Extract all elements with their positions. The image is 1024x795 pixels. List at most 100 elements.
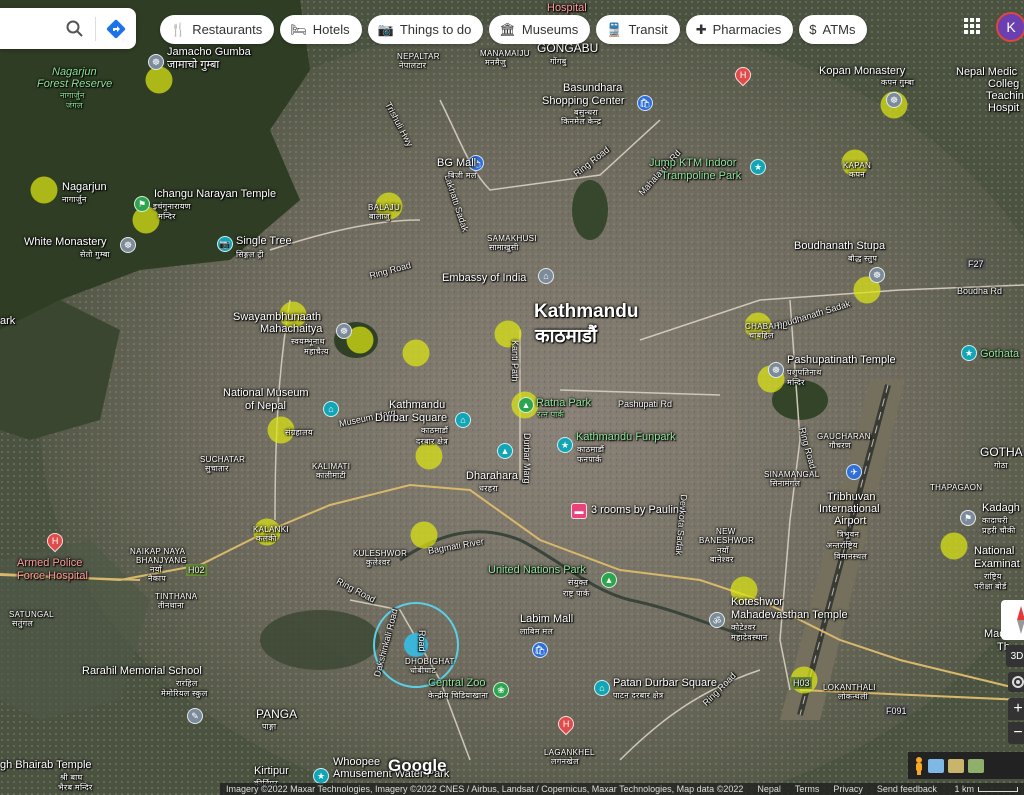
pegman-icon[interactable] <box>914 756 924 775</box>
place-label[interactable]: Airport <box>834 515 866 527</box>
place-label[interactable]: 3 rooms by Pauline <box>591 504 685 516</box>
chip-hotels[interactable]: 🛏 Hotels <box>280 15 362 44</box>
place-label[interactable]: Whoopee <box>333 756 380 768</box>
place-label[interactable]: Central Zoo <box>428 677 485 689</box>
apps-grid-icon[interactable] <box>962 16 982 36</box>
chip-atms[interactable]: $ ATMs <box>799 15 868 44</box>
place-label[interactable]: Kathmandu Funpark <box>576 431 676 443</box>
place-label[interactable]: Hospit <box>988 102 1019 114</box>
chip-things-to-do[interactable]: 📷 Things to do <box>367 15 484 44</box>
school-pin-icon[interactable]: ✎ <box>187 708 203 724</box>
place-label[interactable]: Basundhara <box>563 82 622 94</box>
tilt-3d-button[interactable]: 3D <box>1006 645 1024 667</box>
layer-thumbnail[interactable] <box>928 758 944 773</box>
place-label[interactable]: Teachin <box>986 90 1024 102</box>
city-label[interactable]: Kathmandu <box>534 302 639 322</box>
attraction-pin-icon[interactable]: 📷 <box>217 236 233 252</box>
police-pin-icon[interactable]: ⚑ <box>960 510 976 526</box>
airport-pin-icon[interactable]: ✈ <box>846 464 862 480</box>
place-label[interactable]: Rarahil Memorial School <box>82 665 202 677</box>
search-box[interactable] <box>0 8 136 49</box>
place-label[interactable]: Jump KTM Indoor <box>649 157 736 169</box>
stupa-pin-icon[interactable]: ☸ <box>869 267 885 283</box>
place-label[interactable]: Durbar Square <box>375 412 447 424</box>
place-label[interactable]: White Monastery <box>24 236 107 248</box>
account-avatar[interactable]: K <box>996 12 1024 42</box>
attraction-pin-icon[interactable]: ⌂ <box>594 680 610 696</box>
place-label[interactable]: Kopan Monastery <box>819 65 905 77</box>
place-label[interactable]: Ratna Park <box>536 397 591 409</box>
chip-restaurants[interactable]: 🍴 Restaurants <box>160 15 275 44</box>
place-label[interactable]: Mahadevasthan Temple <box>731 609 848 621</box>
scale-bar[interactable]: 1 km <box>954 784 1018 794</box>
place-label[interactable]: United Nations Park <box>488 564 586 576</box>
place-label[interactable]: Patan Durbar Square <box>613 677 717 689</box>
temple-pin-icon[interactable]: ☸ <box>336 323 352 339</box>
place-label[interactable]: Hospital <box>547 2 587 14</box>
attraction-pin-icon[interactable]: ★ <box>961 345 977 361</box>
place-label[interactable]: of Nepal <box>245 400 286 412</box>
place-label[interactable]: Nepal Medic <box>956 66 1017 78</box>
chip-museums[interactable]: 🏛 Museums <box>489 15 591 44</box>
temple-pin-icon[interactable]: ⚑ <box>134 196 150 212</box>
place-label[interactable]: gh Bhairab Temple <box>0 759 92 771</box>
layer-thumbnail[interactable] <box>948 758 964 773</box>
place-label[interactable]: Trampoline Park <box>661 170 741 182</box>
place-label[interactable]: ark <box>0 315 15 327</box>
place-label[interactable]: Kadagh <box>982 502 1020 514</box>
chip-transit[interactable]: 🚆 Transit <box>596 15 680 44</box>
place-label[interactable]: Mahachaitya <box>260 323 322 335</box>
directions-icon[interactable] <box>96 9 136 49</box>
attraction-pin-icon[interactable]: ★ <box>557 437 573 453</box>
place-label[interactable]: Swayambhunaath <box>233 311 321 323</box>
satellite-map[interactable]: H H H ☸ ☸ ☸ ☸ ☸ ☸ ⚑ ✎ ⌂ ॐ ⚑ 📷 ★ ⌂ ⌂ ★ ▲ … <box>0 0 1024 795</box>
museum-pin-icon[interactable]: ⌂ <box>323 401 339 417</box>
place-label[interactable]: जामाचो गुम्बा <box>167 59 219 71</box>
place-label[interactable]: Gothata <box>980 348 1019 360</box>
place-label[interactable]: International <box>819 503 880 515</box>
my-location-icon[interactable] <box>1008 672 1024 692</box>
embassy-pin-icon[interactable]: ⌂ <box>538 268 554 284</box>
attraction-pin-icon[interactable]: ★ <box>750 159 766 175</box>
layer-thumbnail[interactable] <box>968 758 984 773</box>
landmark-pin-icon[interactable]: ▲ <box>497 443 513 459</box>
place-label[interactable]: Colleg <box>988 78 1019 90</box>
place-label[interactable]: National <box>974 545 1014 557</box>
place-label[interactable]: Embassy of India <box>442 272 526 284</box>
place-label[interactable]: Ichangu Narayan Temple <box>154 188 276 200</box>
attraction-pin-icon[interactable]: ⌂ <box>455 412 471 428</box>
zoom-in-button[interactable]: + <box>1008 698 1024 720</box>
place-label[interactable]: Jamacho Gumba <box>167 46 251 58</box>
place-label[interactable]: Tribhuvan <box>827 491 876 503</box>
footer-link[interactable]: Privacy <box>833 784 863 794</box>
compass-icon[interactable] <box>1001 600 1024 640</box>
footer-link[interactable]: Terms <box>795 784 820 794</box>
monastery-pin-icon[interactable]: ☸ <box>886 92 902 108</box>
highlight-dot[interactable] <box>402 339 430 367</box>
shopping-pin-icon[interactable]: 🛍 <box>532 642 548 658</box>
temple-pin-icon[interactable]: ☸ <box>768 362 784 378</box>
place-label[interactable]: Examinat <box>974 558 1020 570</box>
place-label[interactable]: Pashupatinath Temple <box>787 354 896 366</box>
monastery-pin-icon[interactable]: ☸ <box>148 54 164 70</box>
footer-link[interactable]: Nepal <box>757 784 781 794</box>
search-icon[interactable] <box>55 9 95 49</box>
shopping-pin-icon[interactable]: 🛍 <box>637 95 653 111</box>
park-label[interactable]: Forest Reserve <box>37 78 112 90</box>
chip-pharmacies[interactable]: ✚ Pharmacies <box>685 15 794 44</box>
place-label[interactable]: Single Tree <box>236 235 292 247</box>
place-label[interactable]: Kirtipur <box>254 765 289 777</box>
temple-pin-icon[interactable]: ॐ <box>709 612 725 628</box>
highlight-dot[interactable] <box>940 532 968 560</box>
place-label[interactable]: Dharahara <box>466 470 518 482</box>
place-label[interactable]: National Museum <box>223 387 309 399</box>
zoo-pin-icon[interactable]: ❀ <box>493 682 509 698</box>
highlight-dot[interactable] <box>415 442 443 470</box>
place-label[interactable]: Nagarjun <box>62 181 107 193</box>
attraction-pin-icon[interactable]: ★ <box>313 768 329 784</box>
place-label[interactable]: Shopping Center <box>542 95 625 107</box>
place-label[interactable]: Force Hospital <box>17 570 88 582</box>
monastery-pin-icon[interactable]: ☸ <box>120 237 136 253</box>
place-label[interactable]: Labim Mall <box>520 613 573 625</box>
park-pin-icon[interactable]: ▲ <box>518 397 534 413</box>
